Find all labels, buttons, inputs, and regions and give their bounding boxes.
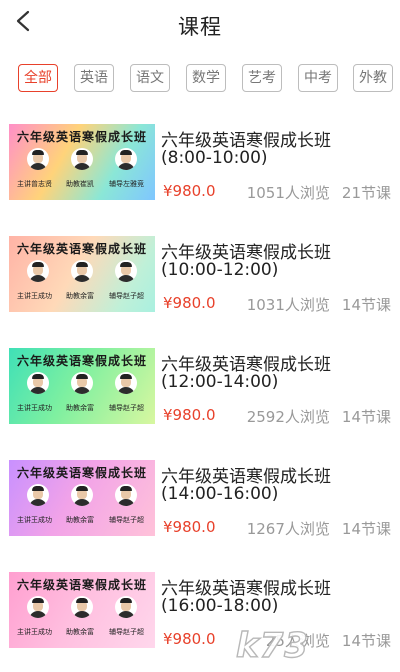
filter-math-chip[interactable]: 数学 <box>186 64 226 92</box>
teacher-role-label: 辅导赵子超 <box>109 404 144 412</box>
view-count: 1051人浏览 <box>246 184 330 202</box>
teacher-role-label: 主讲王成功 <box>17 516 52 524</box>
course-list-item[interactable]: 六年级英语寒假成长班 主讲王成功 助教余富 辅导赵子超 六年级英语寒假成长班 (… <box>0 224 400 336</box>
teacher-avatar <box>115 372 137 394</box>
filter-foreign-teacher-chip[interactable]: 外教 <box>353 64 393 92</box>
lesson-count: 14节课 <box>341 296 391 314</box>
course-list-item[interactable]: 六年级英语寒假成长班 主讲王成功 助教余富 辅导赵子超 六年级英语寒假成长班 (… <box>0 336 400 448</box>
course-price: ¥980.0 <box>163 406 216 424</box>
teacher-role-label: 辅导赵子超 <box>109 292 144 300</box>
teacher-avatar <box>27 372 49 394</box>
lesson-count: 21节课 <box>341 184 391 202</box>
view-count: 2592人浏览 <box>246 408 330 426</box>
filter-english-chip[interactable]: 英语 <box>74 64 114 92</box>
teacher-avatar <box>115 148 137 170</box>
teacher-role-label: 辅导赵子超 <box>109 516 144 524</box>
course-stats: 1051人浏览 21节课 <box>247 182 391 203</box>
course-thumbnail: 六年级英语寒假成长班 主讲王成功 助教余富 辅导赵子超 <box>9 348 155 424</box>
course-price: ¥980.0 <box>163 518 216 536</box>
teacher-role-label: 主讲王成功 <box>17 404 52 412</box>
teacher-avatar <box>115 484 137 506</box>
course-stats: 1267人浏览 14节课 <box>247 518 391 539</box>
thumbnail-title: 六年级英语寒假成长班 <box>16 354 147 368</box>
filter-chinese-chip[interactable]: 语文 <box>130 64 170 92</box>
course-price: ¥980.0 <box>163 182 216 200</box>
course-thumbnail: 六年级英语寒假成长班 主讲王成功 助教余富 辅导赵子超 <box>9 236 155 312</box>
course-thumbnail: 六年级英语寒假成长班 主讲王成功 助教余富 辅导赵子超 <box>9 572 155 648</box>
category-filter-bar: 全部 英语 语文 数学 艺考 中考 外教 <box>0 64 400 98</box>
course-thumbnail: 六年级英语寒假成长班 主讲曾志贤 助教崔凯 辅导左雅竞 <box>9 124 155 200</box>
course-list-item[interactable]: 六年级英语寒假成长班 主讲王成功 助教余富 辅导赵子超 六年级英语寒假成长班 (… <box>0 448 400 560</box>
teacher-avatar <box>27 260 49 282</box>
lesson-count: 14节课 <box>341 408 391 426</box>
course-list-item[interactable]: 六年级英语寒假成长班 主讲曾志贤 助教崔凯 辅导左雅竞 六年级英语寒假成长班 (… <box>0 112 400 224</box>
course-thumbnail: 六年级英语寒假成长班 主讲王成功 助教余富 辅导赵子超 <box>9 460 155 536</box>
teacher-avatar <box>71 148 93 170</box>
teacher-role-label: 助教余富 <box>66 628 94 636</box>
teacher-role-label: 主讲曾志贤 <box>17 180 52 188</box>
teacher-role-label: 助教崔凯 <box>66 180 94 188</box>
course-time: (8:00-10:00) <box>161 148 268 168</box>
filter-high-school-exam-chip[interactable]: 中考 <box>298 64 338 92</box>
teacher-avatar <box>71 260 93 282</box>
teacher-avatar <box>115 596 137 618</box>
teacher-avatar <box>71 372 93 394</box>
view-count: 1031人浏览 <box>246 296 330 314</box>
lesson-count: 14节课 <box>341 520 391 538</box>
teacher-role-label: 辅导赵子超 <box>109 628 144 636</box>
teacher-avatar <box>27 484 49 506</box>
teacher-role-label: 主讲王成功 <box>17 628 52 636</box>
teacher-role-label: 辅导左雅竞 <box>109 180 144 188</box>
teacher-avatar <box>71 596 93 618</box>
teacher-role-label: 助教余富 <box>66 516 94 524</box>
teacher-role-label: 助教余富 <box>66 404 94 412</box>
course-stats: 1031人浏览 14节课 <box>247 294 391 315</box>
watermark-logo: k73 <box>235 625 309 666</box>
thumbnail-title: 六年级英语寒假成长班 <box>16 578 147 592</box>
teacher-role-label: 主讲王成功 <box>17 292 52 300</box>
course-time: (12:00-14:00) <box>161 372 279 392</box>
course-stats: 2592人浏览 14节课 <box>247 406 391 427</box>
course-time: (14:00-16:00) <box>161 484 279 504</box>
page-title: 课程 <box>178 15 222 39</box>
teacher-avatar <box>71 484 93 506</box>
course-price: ¥980.0 <box>163 630 216 648</box>
course-time: (10:00-12:00) <box>161 260 279 280</box>
teacher-role-label: 助教余富 <box>66 292 94 300</box>
course-price: ¥980.0 <box>163 294 216 312</box>
thumbnail-title: 六年级英语寒假成长班 <box>16 466 147 480</box>
teacher-avatar <box>27 596 49 618</box>
teacher-avatar <box>115 260 137 282</box>
view-count: 1267人浏览 <box>246 520 330 538</box>
thumbnail-title: 六年级英语寒假成长班 <box>16 130 147 144</box>
filter-art-exam-chip[interactable]: 艺考 <box>242 64 282 92</box>
course-time: (16:00-18:00) <box>161 596 279 616</box>
teacher-avatar <box>27 148 49 170</box>
header: 课程 <box>0 0 400 50</box>
filter-all-chip[interactable]: 全部 <box>18 64 58 92</box>
thumbnail-title: 六年级英语寒假成长班 <box>16 242 147 256</box>
